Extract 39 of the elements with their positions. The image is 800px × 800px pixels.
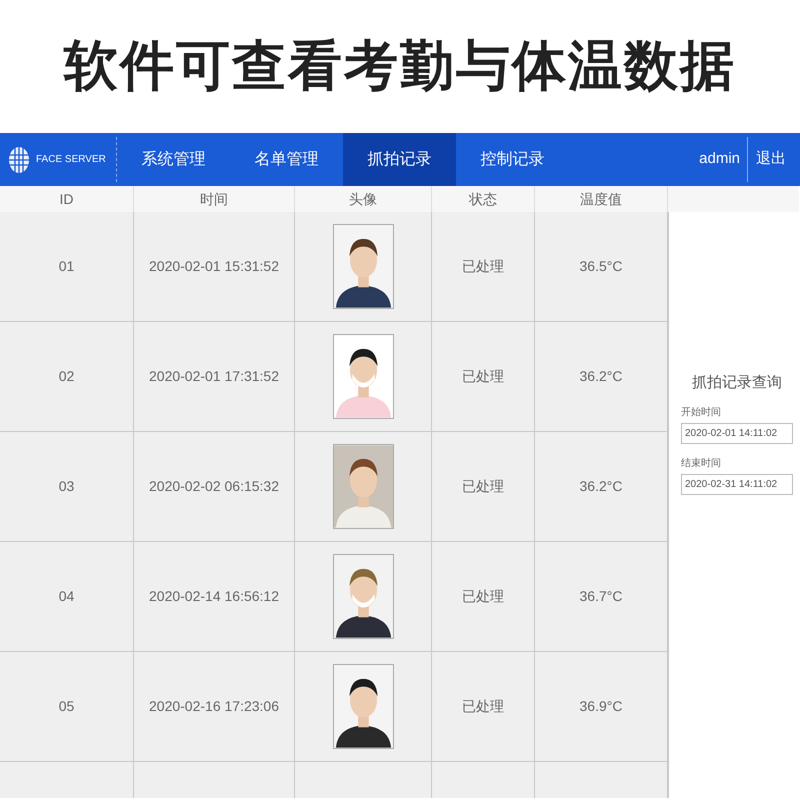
time-cell-text: 2020-02-16 17:23:06 — [149, 697, 279, 716]
temperature-cell-text: 36.2°C — [580, 477, 622, 496]
id-cell-text: 03 — [58, 477, 74, 496]
nav-tab[interactable]: 名单管理 — [230, 133, 343, 186]
temperature-cell-text: 36.7°C — [580, 587, 622, 606]
status-cell-text: 已处理 — [462, 587, 504, 606]
id-cell-text: 02 — [58, 367, 74, 386]
column-header: 时间 — [200, 190, 228, 208]
globe-logo-icon — [8, 146, 30, 174]
time-cell-text: 2020-02-01 15:31:52 — [149, 257, 279, 276]
date-time-field[interactable]: 2020-02-01 14:11:02 — [681, 422, 793, 444]
nav-tab[interactable]: 控制记录 — [456, 133, 569, 186]
time-cell-text: 2020-02-02 06:15:32 — [149, 477, 279, 496]
temperature-cell-text: 36.9°C — [580, 697, 622, 716]
id-cell-text: 05 — [58, 697, 74, 716]
column-header: ID — [60, 190, 74, 208]
column-header: 温度值 — [580, 190, 622, 208]
id-cell-text: 04 — [58, 587, 74, 606]
temperature-cell-text: 36.2°C — [580, 367, 622, 386]
status-cell-text: 已处理 — [462, 477, 504, 496]
username: admin — [692, 137, 748, 182]
panel-title: 抓拍记录查询 — [691, 373, 783, 393]
column-header: 头像 — [349, 190, 377, 208]
field-label: 开始时间 — [681, 406, 722, 420]
logout-link[interactable]: 退出 — [748, 133, 800, 186]
status-cell-text: 已处理 — [462, 697, 504, 716]
nav-tab[interactable]: 系统管理 — [117, 133, 230, 186]
status-cell-text: 已处理 — [462, 367, 504, 386]
column-header: 状态 — [469, 190, 497, 208]
time-cell-text: 2020-02-14 16:56:12 — [149, 587, 279, 606]
status-cell-text: 已处理 — [462, 257, 504, 276]
nav-tab[interactable]: 抓拍记录 — [343, 133, 456, 186]
brand-name: FACE SERVER — [36, 153, 106, 167]
time-cell-text: 2020-02-01 17:31:52 — [149, 367, 279, 386]
date-time-field[interactable]: 2020-02-31 14:11:02 — [681, 474, 793, 494]
field-label: 结束时间 — [681, 456, 722, 470]
id-cell-text: 01 — [58, 257, 74, 276]
headline: 软件可查看考勤与体温数据 — [64, 35, 736, 98]
temperature-cell-text: 36.5°C — [580, 257, 622, 276]
